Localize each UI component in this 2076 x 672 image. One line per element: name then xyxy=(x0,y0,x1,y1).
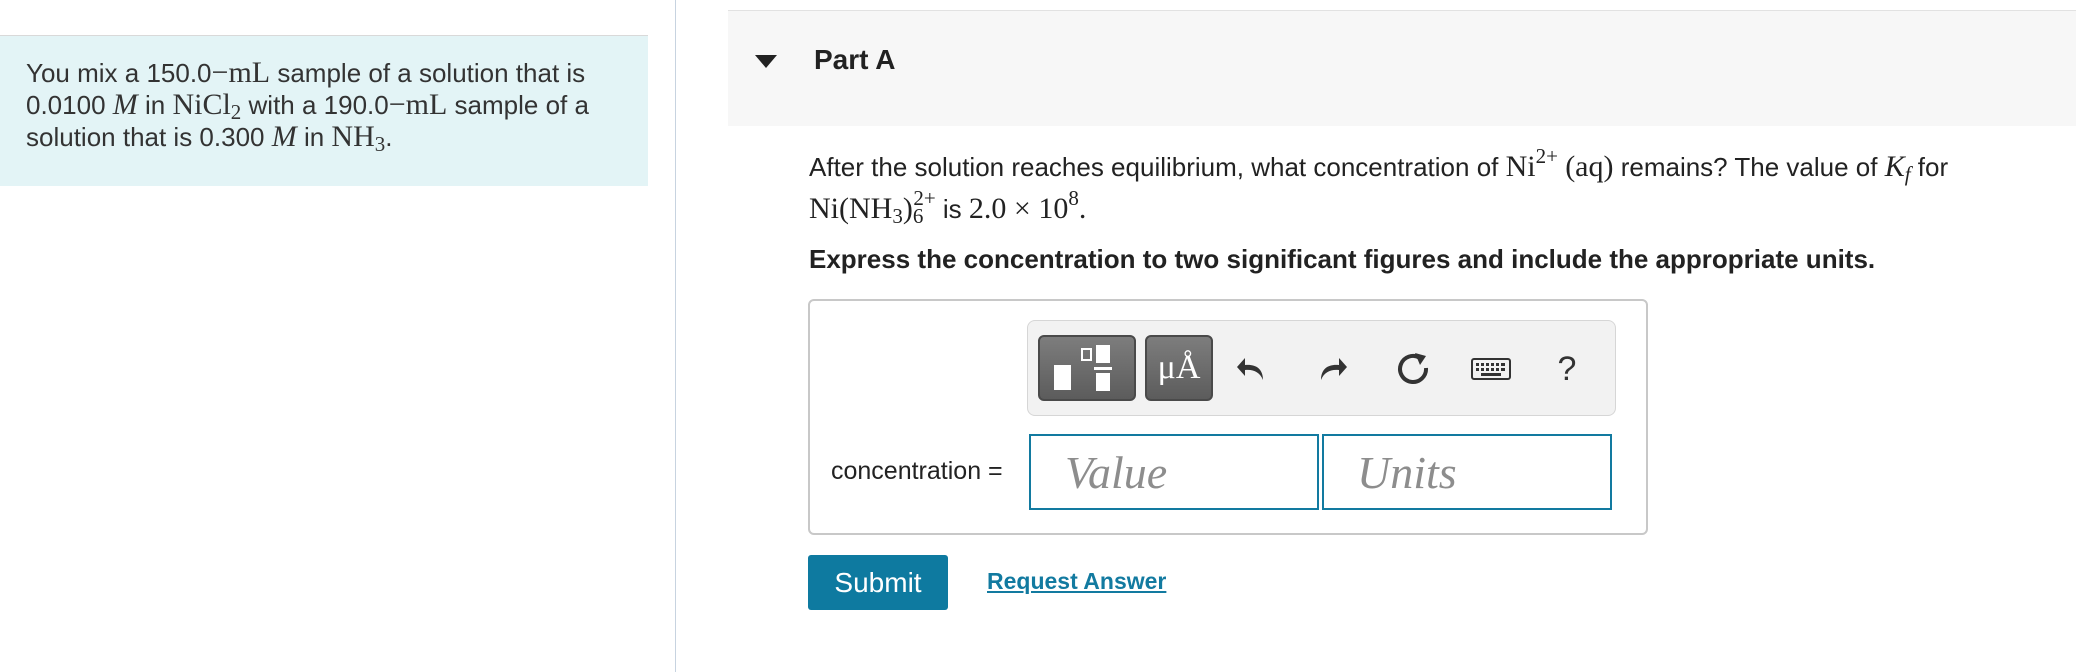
problem-text: 0.0100 xyxy=(26,90,113,120)
problem-text: with a 190.0 xyxy=(241,90,389,120)
instruction-text: Express the concentration to two signifi… xyxy=(809,244,1876,274)
problem-text: . xyxy=(385,122,393,152)
units-input[interactable] xyxy=(1322,434,1612,510)
problem-text: M xyxy=(271,120,297,153)
problem-text: in xyxy=(137,90,173,120)
nh3-formula: NH3 xyxy=(331,120,386,156)
units-button[interactable]: μÅ xyxy=(1145,335,1213,401)
request-answer-link[interactable]: Request Answer xyxy=(987,568,1166,595)
fraction-template-icon xyxy=(1054,345,1112,391)
value-input[interactable] xyxy=(1029,434,1319,510)
nicl2-formula: NiCl2 xyxy=(172,88,242,124)
keyboard-icon[interactable] xyxy=(1467,345,1515,393)
question-text: After the solution reaches equilibrium, … xyxy=(809,144,1949,228)
problem-text: sample of a solution that is xyxy=(270,58,586,88)
problem-text: sample of a xyxy=(447,90,589,120)
problem-text: in xyxy=(296,122,332,152)
redo-icon[interactable] xyxy=(1308,345,1356,393)
problem-panel: You mix a 150.0−mL sample of a solution … xyxy=(0,0,676,672)
undo-icon[interactable] xyxy=(1228,345,1276,393)
math-toolbar: μÅ ? xyxy=(1027,320,1616,416)
problem-text: solution that is 0.300 xyxy=(26,122,272,152)
complex-formula: Ni(NH3)62+ xyxy=(809,186,936,228)
help-icon[interactable]: ? xyxy=(1543,345,1591,393)
reset-icon[interactable] xyxy=(1390,345,1438,393)
part-title: Part A xyxy=(814,44,896,75)
templates-button[interactable] xyxy=(1038,335,1136,401)
submit-button[interactable]: Submit xyxy=(808,555,948,610)
problem-text: mL xyxy=(228,56,271,89)
problem-text: − xyxy=(388,88,406,121)
problem-text: mL xyxy=(405,88,448,121)
part-header[interactable]: Part A xyxy=(728,10,2076,126)
problem-text: − xyxy=(211,56,229,89)
problem-statement: You mix a 150.0−mL sample of a solution … xyxy=(0,36,648,186)
caret-down-icon[interactable] xyxy=(755,55,777,68)
concentration-label: concentration = xyxy=(831,457,1003,485)
problem-text: You mix a 150.0 xyxy=(26,58,212,88)
problem-text: M xyxy=(112,88,138,121)
